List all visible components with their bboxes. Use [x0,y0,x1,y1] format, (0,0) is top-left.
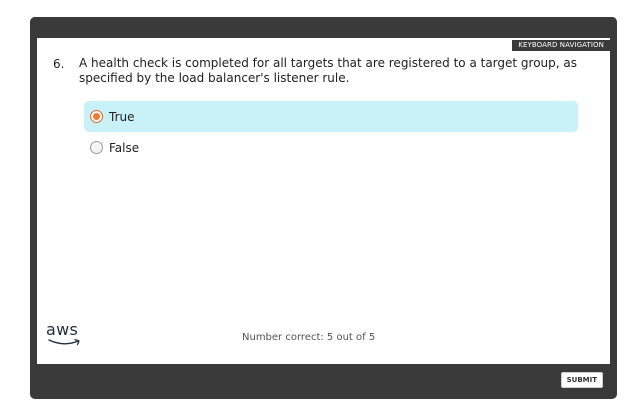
aws-logo-text: aws [46,320,79,339]
aws-smile-icon [48,338,80,346]
keyboard-navigation-button[interactable]: KEYBOARD NAVIGATION [512,40,610,51]
answer-option-label: True [109,109,135,124]
answer-option-true[interactable]: True [84,101,578,132]
answer-option-label: False [109,140,140,155]
question-panel: KEYBOARD NAVIGATION 6. A health check is… [37,38,610,364]
radio-selected-icon[interactable] [90,110,103,123]
score-text: Number correct: 5 out of 5 [242,332,376,343]
frame-top-bar [30,17,617,38]
radio-unselected-icon[interactable] [90,141,103,154]
question-number: 6. [53,57,65,71]
aws-logo: aws [46,320,86,346]
submit-button[interactable]: SUBMIT [560,372,603,388]
answer-option-false[interactable]: False [84,132,578,163]
quiz-frame: KEYBOARD NAVIGATION 6. A health check is… [30,17,617,399]
question-text: A health check is completed for all targ… [79,56,578,85]
